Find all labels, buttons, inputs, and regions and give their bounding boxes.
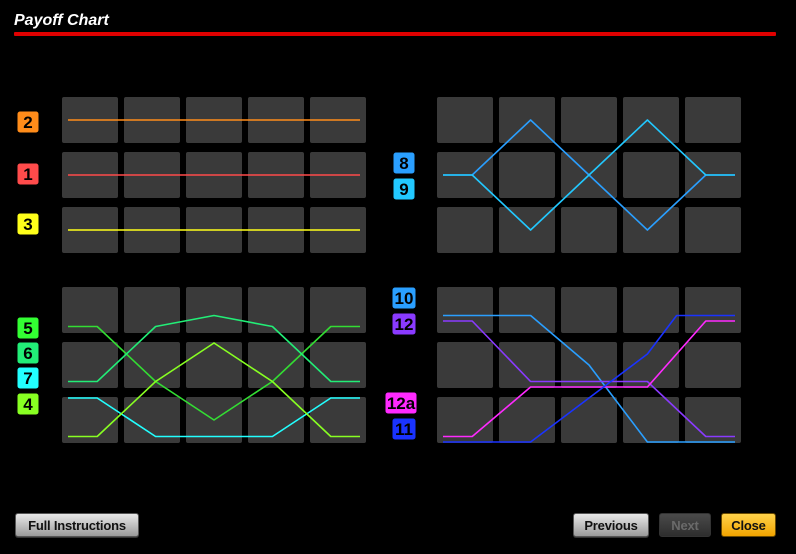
grid-cell: [685, 342, 741, 388]
grid-cell: [437, 97, 493, 143]
grid-cell: [186, 342, 242, 388]
next-button: Next: [659, 513, 711, 537]
panel-top-left: 2 1 3: [16, 97, 366, 253]
close-button[interactable]: Close: [721, 513, 776, 537]
player-badge-5: 5: [16, 316, 40, 340]
player-badge-7: 7: [16, 366, 40, 390]
grid-cell: [248, 287, 304, 333]
player-badge-label: 11: [395, 420, 413, 439]
grid-cell: [186, 287, 242, 333]
full-instructions-button[interactable]: Full Instructions: [15, 513, 139, 537]
grid-cell: [623, 287, 679, 333]
grid-cell: [685, 97, 741, 143]
player-badge-6: 6: [16, 341, 40, 365]
panel-bottom-left: 5 6 7 4: [16, 287, 366, 443]
grid-cell: [437, 207, 493, 253]
previous-button[interactable]: Previous: [573, 513, 649, 537]
player-badge-label: 9: [399, 180, 408, 199]
player-badge-8: 8: [392, 151, 416, 175]
player-badge-label: 6: [23, 344, 32, 363]
player-badge-12a: 12a: [384, 391, 418, 415]
player-badge-9: 9: [392, 177, 416, 201]
grid-cell: [561, 287, 617, 333]
player-badge-label: 12a: [387, 394, 416, 413]
player-badge-label: 5: [23, 319, 32, 338]
grid-cell: [124, 287, 180, 333]
grid-cell: [499, 397, 555, 443]
player-badge-label: 12: [395, 315, 414, 334]
player-badge-4: 4: [16, 392, 40, 416]
player-badge-10: 10: [391, 286, 417, 310]
player-badge-label: 2: [23, 113, 32, 132]
panel-top-right: 89: [392, 97, 741, 253]
payoff-board: 213895674101212a11: [16, 97, 741, 443]
grid-cell: [623, 152, 679, 198]
grid-cell: [437, 287, 493, 333]
player-badge-12: 12: [391, 312, 417, 336]
player-badge-2: 2: [16, 110, 40, 134]
grid-cell: [685, 207, 741, 253]
grid-cell: [561, 97, 617, 143]
player-badge-label: 1: [23, 165, 32, 184]
player-badge-11: 11: [391, 417, 417, 441]
panel-bottom-right: 10 12 12a 11: [384, 286, 741, 443]
player-badge-label: 10: [395, 289, 414, 308]
grid-cell: [499, 152, 555, 198]
player-badge-label: 7: [23, 369, 32, 388]
player-badge-1: 1: [16, 162, 40, 186]
player-badge-3: 3: [16, 212, 40, 236]
grid-cell: [685, 287, 741, 333]
grid-cell: [437, 342, 493, 388]
player-badge-label: 3: [23, 215, 32, 234]
player-badge-label: 4: [23, 395, 33, 414]
grid-cell: [561, 397, 617, 443]
grid-cell: [499, 287, 555, 333]
player-badge-label: 8: [399, 154, 408, 173]
grid-cell: [561, 207, 617, 253]
